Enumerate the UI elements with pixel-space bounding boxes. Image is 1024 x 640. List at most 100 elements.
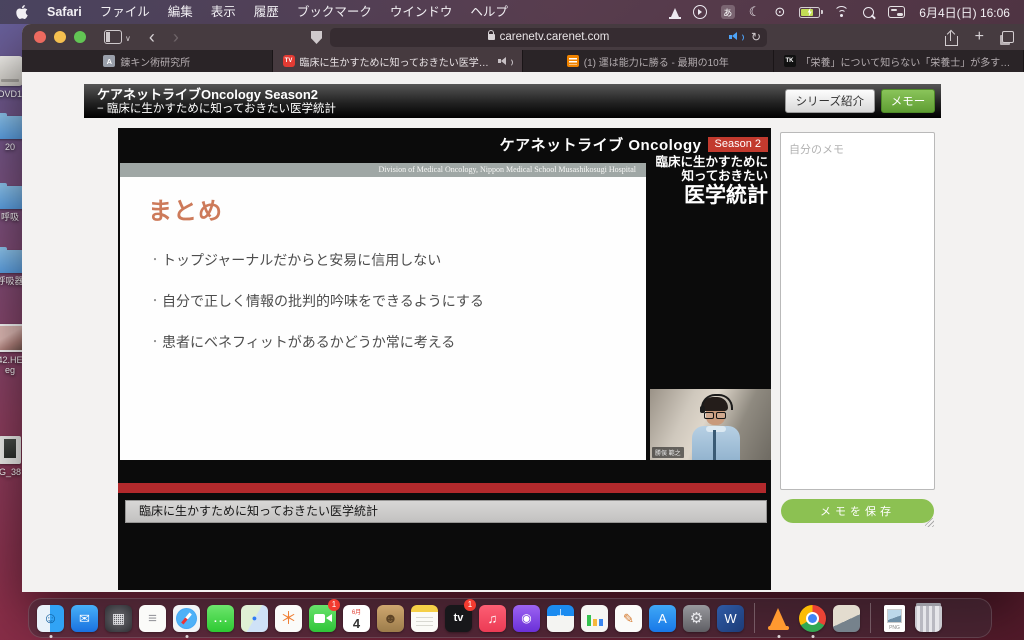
menu-item-6[interactable]: ブックマーク [288, 0, 381, 24]
sidebar-toggle-button[interactable]: ∨ [104, 30, 131, 44]
bullet-dot-icon: ・ [150, 252, 160, 269]
tab-favicon: A [103, 55, 115, 67]
toolbar-right: + [945, 28, 1024, 46]
tab-4[interactable]: TK 「栄養」について知らない「栄養士」が多すぎる 残念な栄養士が信… [774, 50, 1024, 72]
dock-icon-window-thumbnail[interactable] [833, 600, 860, 636]
back-button[interactable]: ‹ [149, 26, 155, 48]
safari-toolbar: ∨ ‹ › carenetv.carenet.com ↻ + [22, 24, 1024, 50]
input-source-icon[interactable]: あ [721, 5, 735, 19]
memo-button[interactable]: メモー [881, 89, 935, 113]
mail-glyph: ✉ [79, 612, 90, 625]
share-button[interactable] [945, 31, 957, 46]
dock-icon-reminders[interactable]: ≡ [139, 600, 166, 636]
contacts-app-icon: ☻ [377, 605, 404, 632]
dock-icon-word[interactable]: W [717, 600, 744, 636]
control-center-icon[interactable] [888, 6, 905, 18]
tab-2[interactable]: TV臨床に生かすために知っておきたい医学統計|ケアネットライブO... [273, 50, 524, 72]
menu-bar-clock[interactable]: 6月4日(日) 16:06 [919, 4, 1010, 21]
playback-status-icon[interactable] [693, 5, 707, 19]
menu-item-1[interactable]: Safari [38, 0, 91, 24]
dock-icon-launchpad[interactable]: ▦ [105, 600, 132, 636]
tab-favicon: TK [784, 55, 796, 67]
slide-bullet: ・患者にベネフィットがあるかどうか常に考える [150, 334, 646, 351]
timer-status-icon[interactable]: ⊙ [774, 5, 785, 19]
dock-icon-maps[interactable]: ● [241, 600, 268, 636]
word-app-icon: W [717, 605, 744, 632]
dock-icon-appstore[interactable]: A [649, 600, 676, 636]
tab-favicon: TV [283, 55, 295, 67]
dock-icon-vlc[interactable] [765, 600, 792, 636]
podcasts-glyph: ◉ [521, 612, 531, 624]
new-tab-button[interactable]: + [975, 28, 984, 46]
desktop-icon-label: DVD1 [0, 89, 22, 99]
battery-icon[interactable] [799, 7, 820, 18]
slide-affiliation: Division of Medical Oncology, Nippon Med… [120, 163, 646, 177]
speaker-webcam: 勝俣 範之 [650, 389, 771, 460]
player-brand: ケアネットライブ Oncology Season 2 [500, 134, 768, 155]
tab-title: 錬キン術研究所 [120, 54, 190, 69]
dock-icon-finder[interactable]: ☺ [37, 600, 64, 636]
dock-icon-music[interactable]: ♫ [479, 600, 506, 636]
dock-icon-calendar[interactable]: 6月4 [343, 600, 370, 636]
close-window-button[interactable] [34, 31, 46, 43]
forward-button[interactable]: › [173, 26, 179, 48]
tab-overview-button[interactable] [1002, 31, 1014, 43]
dock-icon-facetime[interactable]: 1 [309, 600, 336, 636]
dock-icon-contacts[interactable]: ☻ [377, 600, 404, 636]
dock-icon-appletv[interactable]: tv1 [445, 600, 472, 636]
menu-item-7[interactable]: ウインドウ [381, 0, 462, 24]
tab-favicon [567, 55, 579, 67]
notes-app-icon [411, 605, 438, 632]
dock-icon-mail[interactable]: ✉ [71, 600, 98, 636]
dock-icon-trash[interactable] [915, 600, 942, 636]
tab-3[interactable]: (1) 運は能力に勝る - 最期の10年 [523, 50, 774, 72]
dock-icon-system-settings[interactable]: ⚙ [683, 600, 710, 636]
zoom-window-button[interactable] [74, 31, 86, 43]
tab-title: 「栄養」について知らない「栄養士」が多すぎる 残念な栄養士が信… [801, 54, 1014, 69]
minimize-window-button[interactable] [54, 31, 66, 43]
dock-icon-safari[interactable] [173, 600, 200, 636]
dock-icon-messages[interactable]: … [207, 600, 234, 636]
dock-icon-png-file[interactable]: PNG [881, 600, 908, 636]
dock-icon-keynote[interactable]: ⊥ [547, 600, 574, 636]
save-memo-button[interactable]: メモを保存 [781, 499, 934, 523]
video-progress-bar[interactable] [118, 483, 766, 493]
dock-icon-chrome[interactable] [799, 600, 826, 636]
desktop-icon-label: 20 [5, 142, 15, 152]
glasses-icon [703, 412, 727, 420]
side-title-line2: 知っておきたい [655, 169, 768, 183]
player-side-title: 臨床に生かすために 知っておきたい 医学統計 [655, 155, 768, 208]
music-glyph: ♫ [488, 612, 498, 625]
reload-button[interactable]: ↻ [751, 28, 761, 47]
menu-item-2[interactable]: ファイル [91, 0, 159, 24]
dock-icon-numbers[interactable] [581, 600, 608, 636]
keynote-app-icon: ⊥ [547, 605, 574, 632]
launchpad-app-icon: ▦ [105, 605, 132, 632]
menu-item-5[interactable]: 履歴 [245, 0, 288, 24]
audio-mute-button[interactable] [729, 32, 743, 42]
appstore-glyph: A [658, 612, 667, 625]
memo-textarea[interactable] [780, 132, 935, 490]
video-player[interactable]: ケアネットライブ Oncology Season 2 臨床に生かすために 知って… [118, 128, 771, 590]
privacy-shield-icon[interactable] [311, 31, 322, 44]
menu-item-4[interactable]: 表示 [202, 0, 245, 24]
finder-glyph: ☺ [43, 611, 58, 626]
dock-icon-podcasts[interactable]: ◉ [513, 600, 540, 636]
menu-item-3[interactable]: 編集 [159, 0, 202, 24]
address-bar[interactable]: carenetv.carenet.com ↻ [330, 28, 767, 47]
tab-1[interactable]: A 錬キン術研究所 [22, 50, 273, 72]
apple-menu-icon[interactable] [6, 5, 38, 19]
menu-item-8[interactable]: ヘルプ [461, 0, 517, 24]
spotlight-search-icon[interactable] [863, 7, 874, 18]
safari-window: ∨ ‹ › carenetv.carenet.com ↻ + A 錬キン術研究所 T… [22, 24, 1024, 592]
dock-icon-photos[interactable]: ＊ [275, 600, 302, 636]
dock-icon-notes[interactable] [411, 600, 438, 636]
wifi-icon[interactable] [834, 6, 849, 18]
series-info-button[interactable]: シリーズ紹介 [785, 89, 875, 113]
reminders-glyph: ≡ [148, 611, 157, 626]
vlc-status-icon[interactable] [671, 8, 679, 17]
dock-icon-pages[interactable]: ✎ [615, 600, 642, 636]
tab-audio-icon[interactable] [498, 56, 512, 66]
focus-moon-icon[interactable]: ☾ [749, 5, 761, 19]
slide-bullet: ・自分で正しく情報の批判的吟味をできるようにする [150, 293, 646, 310]
